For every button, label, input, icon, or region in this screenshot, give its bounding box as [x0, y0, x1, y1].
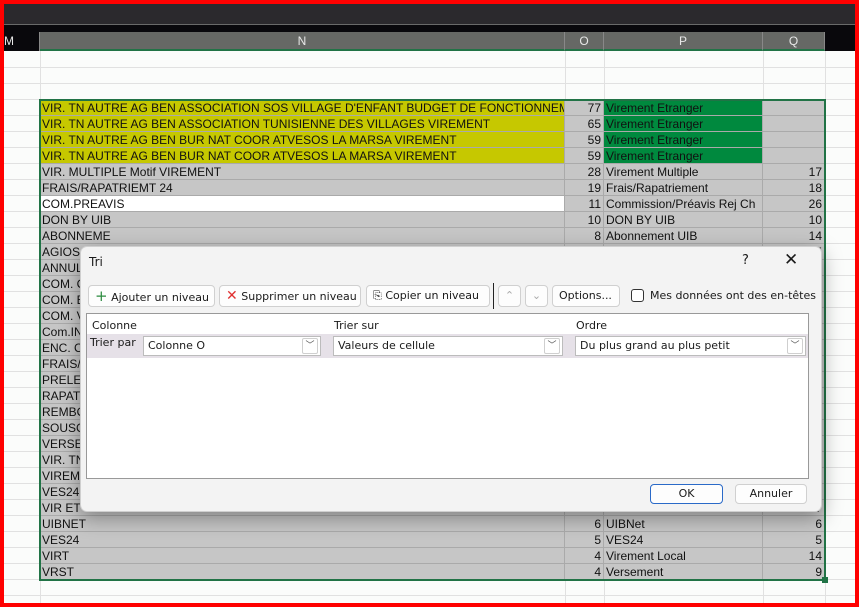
- cell-p[interactable]: UIBNet: [604, 516, 763, 532]
- fill-handle[interactable]: [822, 577, 828, 583]
- add-level-label: Ajouter un niveau: [111, 291, 209, 304]
- delete-level-button[interactable]: ✕ Supprimer un niveau: [219, 285, 361, 307]
- move-up-button[interactable]: ⌃: [498, 285, 521, 307]
- close-icon[interactable]: ✕: [784, 250, 798, 270]
- column-header-p[interactable]: P: [604, 32, 763, 51]
- cell-p[interactable]: Virement Etranger: [604, 116, 763, 132]
- options-button[interactable]: Options...: [552, 285, 620, 307]
- cell-n[interactable]: FRAIS/RAPATRIEMT 24: [40, 180, 565, 196]
- ok-button[interactable]: OK: [650, 484, 723, 504]
- cell-o[interactable]: 4: [565, 564, 604, 580]
- plus-icon: +: [95, 287, 108, 305]
- cancel-button[interactable]: Annuler: [735, 484, 807, 504]
- gridline: [0, 595, 859, 596]
- order-header-label: Ordre: [576, 319, 608, 332]
- cell-n[interactable]: VIR. TN AUTRE AG BEN BUR NAT COOR ATVESO…: [40, 148, 565, 164]
- cell-o[interactable]: 65: [565, 116, 604, 132]
- sort-levels-grid: Colonne Trier sur Ordre Trier par Colonn…: [86, 313, 809, 479]
- cell-o[interactable]: 11: [565, 196, 604, 212]
- cell-n[interactable]: VIR. TN AUTRE AG BEN BUR NAT COOR ATVESO…: [40, 132, 565, 148]
- cell-p[interactable]: Commission/Préavis Rej Ch: [604, 196, 763, 212]
- title-bar: [0, 0, 859, 25]
- sort-dialog: Tri ? ✕ + Ajouter un niveau ✕ Supprimer …: [80, 246, 822, 512]
- cell-q[interactable]: [763, 148, 825, 164]
- column-dropdown-value: Colonne O: [148, 339, 206, 352]
- cell-o[interactable]: 59: [565, 132, 604, 148]
- cell-p[interactable]: Abonnement UIB: [604, 228, 763, 244]
- move-down-button[interactable]: ⌄: [525, 285, 548, 307]
- cell-o[interactable]: 77: [565, 100, 604, 116]
- cell-p[interactable]: DON BY UIB: [604, 212, 763, 228]
- sort-on-header-label: Trier sur: [334, 319, 379, 332]
- headers-checkbox-label: Mes données ont des en-têtes: [650, 289, 816, 302]
- sort-on-dropdown[interactable]: Valeurs de cellule ﹀: [333, 336, 563, 356]
- cell-q[interactable]: 26: [763, 196, 825, 212]
- cell-q[interactable]: 17: [763, 164, 825, 180]
- help-button[interactable]: ?: [742, 253, 749, 268]
- order-dropdown[interactable]: Du plus grand au plus petit ﹀: [575, 336, 806, 356]
- column-header-m[interactable]: M: [0, 32, 40, 51]
- gridline: [0, 83, 859, 84]
- cell-o[interactable]: 8: [565, 228, 604, 244]
- cell-q[interactable]: [763, 100, 825, 116]
- cell-q[interactable]: 14: [763, 228, 825, 244]
- cell-o[interactable]: 28: [565, 164, 604, 180]
- add-level-button[interactable]: + Ajouter un niveau: [88, 285, 215, 307]
- cell-p[interactable]: Frais/Rapatriement: [604, 180, 763, 196]
- cell-n[interactable]: UIBNET: [40, 516, 565, 532]
- dialog-title: Tri: [89, 255, 103, 269]
- delete-x-icon: ✕: [226, 288, 238, 304]
- order-dropdown-value: Du plus grand au plus petit: [580, 339, 730, 352]
- chevron-down-icon: ﹀: [787, 338, 803, 354]
- cell-p[interactable]: Virement Multiple: [604, 164, 763, 180]
- cell-o[interactable]: 19: [565, 180, 604, 196]
- cell-p[interactable]: Virement Etranger: [604, 148, 763, 164]
- cell-n[interactable]: VIR. MULTIPLE Motif VIREMENT: [40, 164, 565, 180]
- cell-p[interactable]: Virement Etranger: [604, 132, 763, 148]
- cell-q[interactable]: 18: [763, 180, 825, 196]
- copy-level-label: Copier un niveau: [385, 289, 480, 302]
- column-header-o[interactable]: O: [565, 32, 604, 51]
- cell-p[interactable]: Virement Local: [604, 548, 763, 564]
- gridline: [0, 67, 859, 68]
- cell-p[interactable]: Virement Etranger: [604, 100, 763, 116]
- copy-level-button[interactable]: ⎘ Copier un niveau: [366, 285, 490, 307]
- cell-n[interactable]: VES24: [40, 532, 565, 548]
- cell-p[interactable]: VES24: [604, 532, 763, 548]
- cell-q[interactable]: [763, 116, 825, 132]
- copy-icon: ⎘: [373, 289, 382, 302]
- cell-n[interactable]: COM.PREAVIS: [40, 196, 565, 212]
- cell-q[interactable]: [763, 132, 825, 148]
- gridline: [825, 51, 826, 607]
- chevron-down-icon: ﹀: [302, 338, 318, 354]
- cell-o[interactable]: 6: [565, 516, 604, 532]
- column-header-q[interactable]: Q: [763, 32, 825, 51]
- headers-checkbox[interactable]: [631, 289, 644, 302]
- cell-q[interactable]: 9: [763, 564, 825, 580]
- cell-n[interactable]: VIR. TN AUTRE AG BEN ASSOCIATION SOS VIL…: [40, 100, 565, 116]
- sort-on-dropdown-value: Valeurs de cellule: [338, 339, 435, 352]
- column-header-n[interactable]: N: [40, 32, 565, 51]
- cell-q[interactable]: 6: [763, 516, 825, 532]
- cell-n[interactable]: VIRT: [40, 548, 565, 564]
- cell-p[interactable]: Versement: [604, 564, 763, 580]
- cell-q[interactable]: 5: [763, 532, 825, 548]
- cell-q[interactable]: 10: [763, 212, 825, 228]
- cell-o[interactable]: 4: [565, 548, 604, 564]
- toolbar-divider: [493, 283, 494, 309]
- chevron-down-icon: ﹀: [544, 338, 560, 354]
- column-header-label: Colonne: [92, 319, 137, 332]
- cell-n[interactable]: ABONNEME: [40, 228, 565, 244]
- cell-o[interactable]: 5: [565, 532, 604, 548]
- cell-q[interactable]: 14: [763, 548, 825, 564]
- column-dropdown[interactable]: Colonne O ﹀: [143, 336, 321, 356]
- cell-n[interactable]: DON BY UIB: [40, 212, 565, 228]
- cell-n[interactable]: VRST: [40, 564, 565, 580]
- cell-o[interactable]: 10: [565, 212, 604, 228]
- sort-level-row[interactable]: Trier par Colonne O ﹀ Valeurs de cellule ﹀…: [87, 334, 808, 358]
- sort-by-label: Trier par: [90, 336, 136, 349]
- cell-o[interactable]: 59: [565, 148, 604, 164]
- cell-n[interactable]: VIR. TN AUTRE AG BEN ASSOCIATION TUNISIE…: [40, 116, 565, 132]
- delete-level-label: Supprimer un niveau: [241, 290, 357, 303]
